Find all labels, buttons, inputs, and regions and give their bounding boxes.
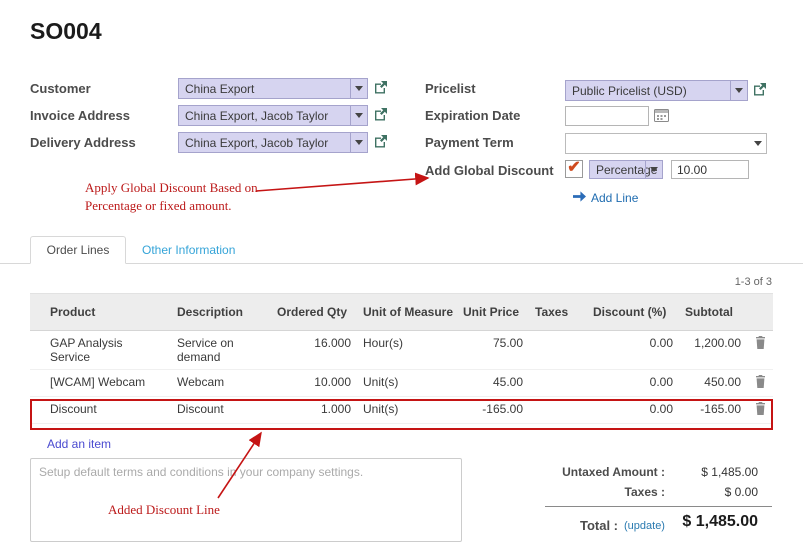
chevron-down-icon[interactable] — [749, 134, 766, 153]
cell-subtotal: 1,200.00 — [679, 331, 747, 370]
trash-icon — [755, 338, 766, 352]
delivery-address-external-link-icon[interactable] — [374, 134, 388, 148]
invoice-address-value: China Export, Jacob Taylor — [185, 109, 328, 123]
cell-qty[interactable]: 16.000 — [271, 331, 357, 370]
add-line-label: Add Line — [591, 191, 638, 205]
annotation-added-discount-line: Added Discount Line — [108, 501, 220, 519]
chevron-down-icon[interactable] — [645, 161, 662, 178]
col-description[interactable]: Description — [171, 294, 271, 331]
cell-unit-price[interactable]: -165.00 — [457, 397, 529, 424]
chevron-down-icon[interactable] — [350, 79, 367, 98]
cell-subtotal: -165.00 — [679, 397, 747, 424]
expiration-date-label: Expiration Date — [425, 108, 520, 123]
add-line-button[interactable]: Add Line — [573, 191, 638, 205]
terms-textarea[interactable]: Setup default terms and conditions in yo… — [30, 458, 462, 542]
pricelist-label: Pricelist — [425, 81, 476, 96]
table-header-row: Product Description Ordered Qty Unit of … — [30, 294, 773, 331]
invoice-address-label: Invoice Address — [30, 108, 130, 123]
table-row[interactable]: GAP Analysis Service Service on demand 1… — [30, 331, 773, 370]
cell-uom[interactable]: Unit(s) — [357, 370, 457, 397]
table-row[interactable]: [WCAM] Webcam Webcam 10.000 Unit(s) 45.0… — [30, 370, 773, 397]
untaxed-amount-label: Untaxed Amount : — [480, 465, 665, 479]
annotation-global-discount: Apply Global Discount Based on Percentag… — [85, 179, 303, 214]
total-value: $ 1,485.00 — [630, 513, 758, 531]
invoice-address-select[interactable]: China Export, Jacob Taylor — [178, 105, 368, 126]
tab-order-lines[interactable]: Order Lines — [30, 236, 126, 264]
cell-unit-price[interactable]: 45.00 — [457, 370, 529, 397]
cell-unit-price[interactable]: 75.00 — [457, 331, 529, 370]
customer-external-link-icon[interactable] — [374, 80, 388, 94]
payment-term-label: Payment Term — [425, 135, 514, 150]
cell-discount[interactable]: 0.00 — [587, 370, 679, 397]
invoice-address-external-link-icon[interactable] — [374, 107, 388, 121]
pricelist-external-link-icon[interactable] — [753, 82, 767, 96]
cell-discount[interactable]: 0.00 — [587, 331, 679, 370]
global-discount-checkbox[interactable]: ✔ — [565, 160, 583, 178]
col-ordered-qty[interactable]: Ordered Qty — [271, 294, 357, 331]
delivery-address-value: China Export, Jacob Taylor — [185, 136, 328, 150]
delivery-address-select[interactable]: China Export, Jacob Taylor — [178, 132, 368, 153]
arrow-right-icon — [573, 191, 586, 205]
delivery-address-label: Delivery Address — [30, 135, 136, 150]
cell-qty[interactable]: 10.000 — [271, 370, 357, 397]
col-subtotal[interactable]: Subtotal — [679, 294, 747, 331]
tab-other-information[interactable]: Other Information — [142, 243, 235, 257]
taxes-label: Taxes : — [480, 485, 665, 499]
cell-uom[interactable]: Hour(s) — [357, 331, 457, 370]
col-unit-price[interactable]: Unit Price — [457, 294, 529, 331]
cell-description[interactable]: Service on demand — [171, 331, 271, 370]
col-discount[interactable]: Discount (%) — [587, 294, 679, 331]
col-actions — [747, 294, 773, 331]
pager[interactable]: 1-3 of 3 — [735, 276, 772, 288]
page-title: SO004 — [30, 18, 102, 45]
delete-row-button[interactable] — [747, 331, 773, 370]
customer-label: Customer — [30, 81, 91, 96]
cell-discount[interactable]: 0.00 — [587, 397, 679, 424]
cell-product[interactable]: Discount — [44, 397, 171, 424]
trash-icon — [755, 404, 766, 418]
cell-taxes[interactable] — [529, 370, 587, 397]
chevron-down-icon[interactable] — [730, 81, 747, 100]
trash-icon — [755, 377, 766, 391]
payment-term-select[interactable] — [565, 133, 767, 154]
cell-description[interactable]: Webcam — [171, 370, 271, 397]
pricelist-value: Public Pricelist (USD) — [572, 84, 687, 98]
discount-type-select[interactable]: Percentage — [589, 160, 663, 179]
customer-value: China Export — [185, 82, 254, 96]
col-product[interactable]: Product — [44, 294, 171, 331]
delete-row-button[interactable] — [747, 397, 773, 424]
global-discount-label: Add Global Discount — [425, 163, 554, 178]
customer-select[interactable]: China Export — [178, 78, 368, 99]
cell-description[interactable]: Discount — [171, 397, 271, 424]
discount-amount-value: 10.00 — [677, 163, 707, 177]
cell-taxes[interactable] — [529, 397, 587, 424]
untaxed-amount-value: $ 1,485.00 — [665, 465, 758, 479]
chevron-down-icon[interactable] — [350, 133, 367, 152]
chevron-down-icon[interactable] — [350, 106, 367, 125]
taxes-value: $ 0.00 — [665, 485, 758, 499]
cell-product[interactable]: [WCAM] Webcam — [44, 370, 171, 397]
cell-subtotal: 450.00 — [679, 370, 747, 397]
total-label: Total : — [540, 518, 618, 533]
add-an-item-link[interactable]: Add an item — [47, 437, 111, 451]
calendar-icon[interactable] — [654, 108, 670, 122]
header-gutter — [30, 294, 44, 331]
col-taxes[interactable]: Taxes — [529, 294, 587, 331]
cell-taxes[interactable] — [529, 331, 587, 370]
cell-qty[interactable]: 1.000 — [271, 397, 357, 424]
totals-divider — [545, 506, 772, 507]
col-unit-of-measure[interactable]: Unit of Measure — [357, 294, 457, 331]
order-lines-table: Product Description Ordered Qty Unit of … — [30, 293, 773, 424]
delete-row-button[interactable] — [747, 370, 773, 397]
cell-uom[interactable]: Unit(s) — [357, 397, 457, 424]
discount-amount-input[interactable]: 10.00 — [671, 160, 749, 179]
cell-product[interactable]: GAP Analysis Service — [44, 331, 171, 370]
sale-order-form: SO004 Customer China Export Invoice Addr… — [0, 0, 803, 545]
expiration-date-input[interactable] — [565, 106, 649, 126]
table-row-discount[interactable]: Discount Discount 1.000 Unit(s) -165.00 … — [30, 397, 773, 424]
pricelist-select[interactable]: Public Pricelist (USD) — [565, 80, 748, 101]
check-icon: ✔ — [567, 160, 580, 176]
